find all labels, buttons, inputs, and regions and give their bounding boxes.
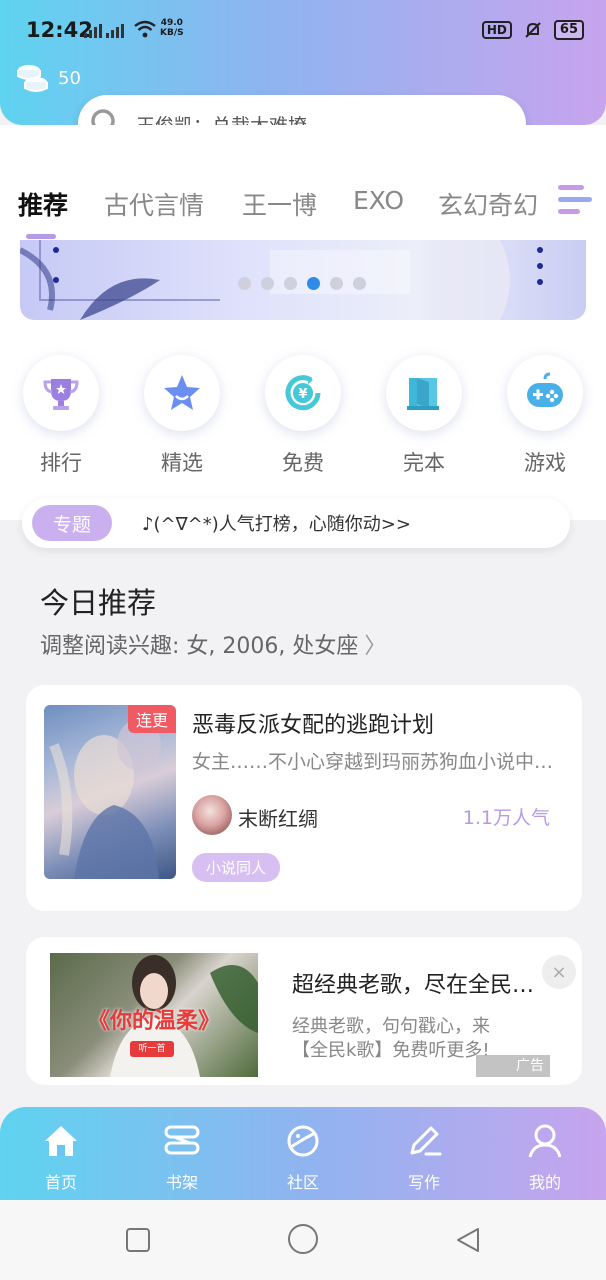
quick-link-games[interactable]: 游戏 — [500, 355, 590, 477]
star-icon — [164, 375, 200, 410]
banner-dot[interactable] — [261, 277, 274, 290]
network-speed: 49.0 KB/S — [160, 18, 184, 38]
author-avatar[interactable] — [192, 795, 232, 835]
signal-icon — [84, 22, 124, 38]
ad-image-title: 《你的温柔》 — [87, 1009, 220, 1034]
quick-link-featured[interactable]: 精选 — [137, 355, 227, 477]
topic-text: ♪(^∇^*)人气打榜，心随你动>> — [142, 514, 411, 535]
hd-indicator: HD — [481, 21, 512, 39]
battery-indicator: 65 — [553, 20, 584, 40]
back-icon[interactable] — [454, 1226, 482, 1254]
banner-dot[interactable] — [284, 277, 297, 290]
coin-count: 50 — [58, 67, 81, 89]
nav-bookshelf[interactable]: 书架 — [142, 1121, 222, 1193]
book-card[interactable]: 连更 恶毒反派女配的逃跑计划 女主……不小心穿越到玛丽苏狗血小说中… 末断红绸 … — [26, 685, 582, 911]
book-icon — [407, 378, 439, 410]
nav-profile[interactable]: 我的 — [505, 1121, 585, 1193]
home-icon — [45, 1126, 77, 1156]
tab-fantasy[interactable]: 玄幻奇幻 — [438, 186, 538, 222]
book-description: 女主……不小心穿越到玛丽苏狗血小说中… — [192, 751, 554, 773]
nav-label: 社区 — [286, 1173, 319, 1192]
category-menu-icon[interactable] — [556, 182, 600, 218]
trophy-icon — [43, 379, 79, 410]
banner-dot-active[interactable] — [307, 277, 320, 290]
svg-text:¥: ¥ — [298, 387, 307, 402]
ad-close-button[interactable]: × — [542, 955, 576, 989]
ad-label: 广告 — [476, 1055, 550, 1077]
banner-pagination — [238, 277, 366, 290]
wifi-icon — [134, 20, 156, 38]
planet-icon — [287, 1125, 319, 1157]
status-time: 12:42 — [26, 18, 93, 42]
recent-apps-icon[interactable] — [124, 1226, 152, 1254]
coin-stack-icon — [17, 65, 48, 92]
banner-dot[interactable] — [330, 277, 343, 290]
ad-title: 超经典老歌，尽在全民… — [292, 973, 535, 998]
bell-muted-icon — [525, 22, 541, 38]
quick-link-free[interactable]: ¥ 免费 — [258, 355, 348, 477]
nav-label: 写作 — [407, 1173, 440, 1192]
user-icon — [528, 1124, 562, 1158]
popularity-count: 1.1万人气 — [462, 807, 550, 829]
tab-active-indicator — [26, 234, 56, 239]
quick-link-label: 游戏 — [524, 451, 566, 475]
ad-image-button: 听一首 — [130, 1041, 174, 1057]
book-cover[interactable]: 连更 — [44, 705, 176, 879]
status-bar: 12:42 49.0 KB/S HD 65 — [0, 0, 606, 60]
quick-links: 排行 精选 ¥ 免费 完本 游戏 — [0, 355, 606, 485]
ad-card[interactable]: 《你的温柔》 听一首 超经典老歌，尽在全民… 经典老歌，句句戳心，来【全民k歌】… — [26, 937, 582, 1085]
bookshelf-icon — [164, 1125, 200, 1155]
coin-balance[interactable]: 50 — [16, 62, 81, 94]
tab-ancient-romance[interactable]: 古代言情 — [104, 186, 204, 222]
banner-dot[interactable] — [353, 277, 366, 290]
author-name[interactable]: 末断红绸 — [238, 803, 318, 832]
nav-home[interactable]: 首页 — [21, 1121, 101, 1193]
update-badge: 连更 — [127, 705, 176, 733]
ad-image[interactable]: 《你的温柔》 听一首 — [50, 953, 258, 1077]
quick-link-label: 精选 — [161, 451, 203, 475]
interest-settings-link[interactable]: 调整阅读兴趣: 女, 2006, 处女座〉 — [40, 628, 386, 660]
section-title: 今日推荐 — [40, 586, 157, 620]
nav-write[interactable]: 写作 — [384, 1121, 464, 1193]
pen-icon — [410, 1126, 442, 1156]
interest-settings-text: 调整阅读兴趣: 女, 2006, 处女座 — [40, 634, 359, 659]
topic-badge: 专题 — [32, 505, 112, 541]
category-tabs: 推荐 古代言情 王一博 EXO 玄幻奇幻 — [0, 180, 606, 230]
nav-label: 书架 — [165, 1173, 198, 1192]
tab-exo[interactable]: EXO — [353, 186, 404, 215]
nav-label: 我的 — [528, 1173, 561, 1192]
quick-link-label: 排行 — [40, 451, 82, 475]
tab-recommend[interactable]: 推荐 — [18, 186, 68, 222]
chevron-right-icon: 〉 — [364, 634, 387, 659]
quick-link-label: 免费 — [282, 451, 324, 475]
bottom-navigation: 首页 书架 社区 写作 我的 — [0, 1107, 606, 1200]
book-title[interactable]: 恶毒反派女配的逃跑计划 — [192, 707, 434, 739]
system-navigation-bar — [0, 1200, 606, 1280]
quick-link-ranking[interactable]: 排行 — [16, 355, 106, 477]
book-tag[interactable]: 小说同人 — [192, 853, 281, 882]
gamepad-icon — [527, 372, 563, 407]
topic-strip[interactable]: 专题 ♪(^∇^*)人气打榜，心随你动>> — [22, 498, 570, 548]
tab-wang-yibo[interactable]: 王一博 — [242, 186, 317, 222]
nav-community[interactable]: 社区 — [263, 1121, 343, 1193]
nav-label: 首页 — [44, 1173, 77, 1192]
quick-link-label: 完本 — [403, 451, 445, 475]
quick-link-completed[interactable]: 完本 — [379, 355, 469, 477]
banner-dot[interactable] — [238, 277, 251, 290]
yuan-icon: ¥ — [285, 375, 321, 411]
home-button-icon[interactable] — [286, 1222, 320, 1256]
